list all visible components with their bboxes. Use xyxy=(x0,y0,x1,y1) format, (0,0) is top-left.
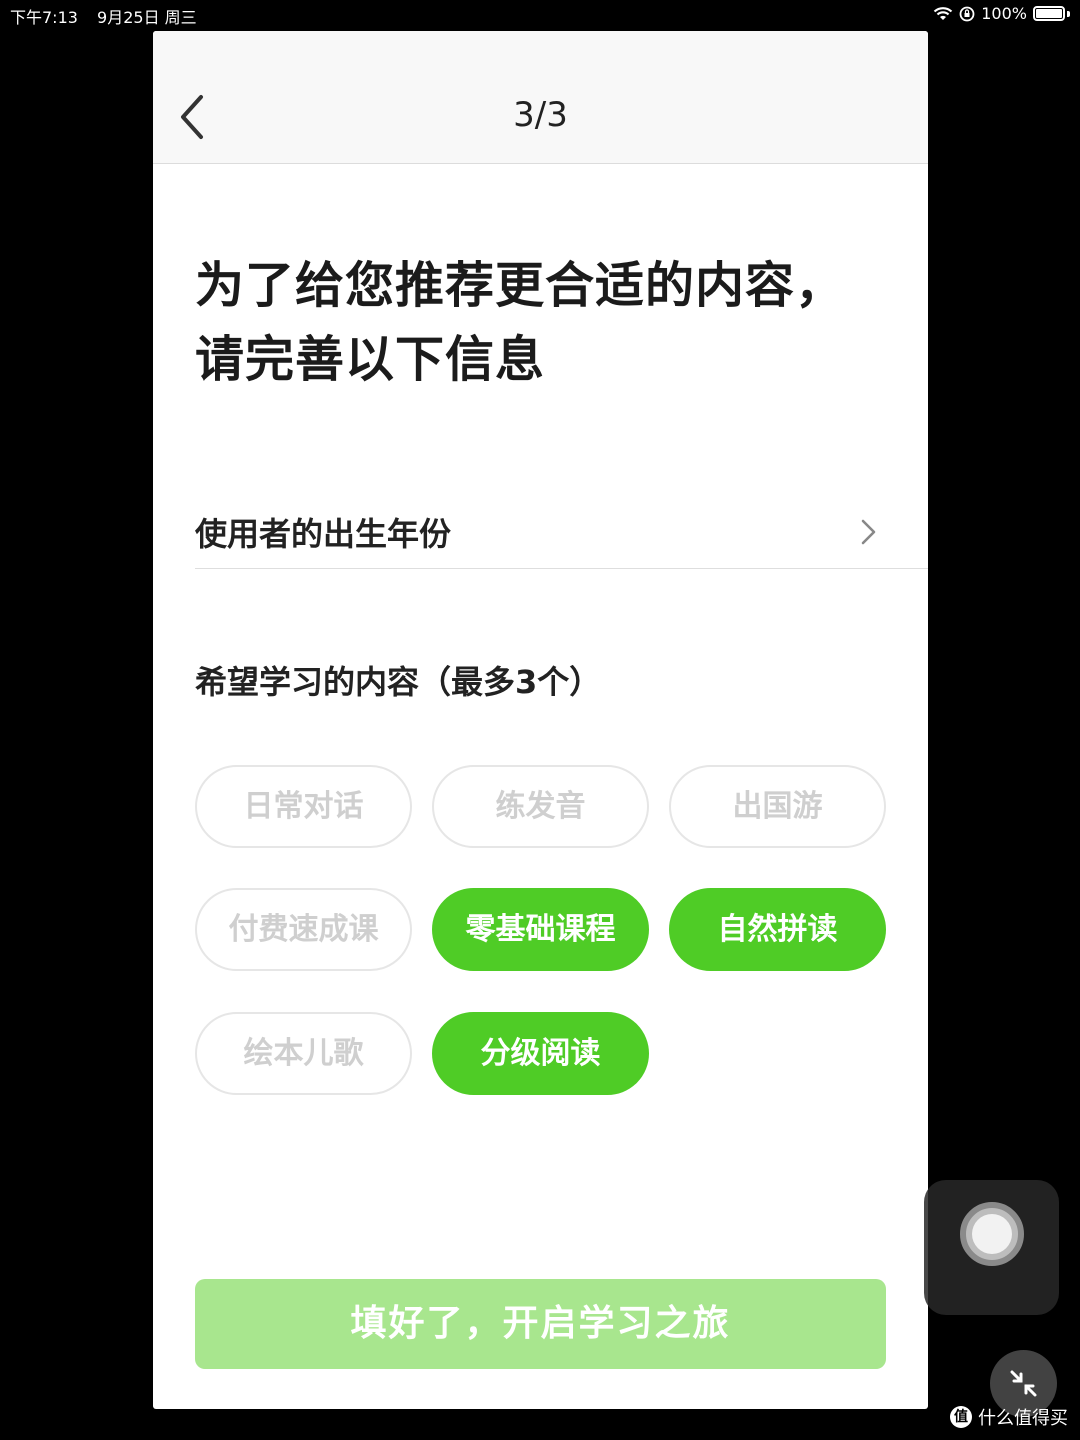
battery-icon xyxy=(1033,6,1065,21)
status-bar-right: 100% xyxy=(933,4,1070,23)
nav-bar: 3/3 xyxy=(153,31,928,164)
birth-year-label: 使用者的出生年份 xyxy=(195,515,452,553)
battery-cap xyxy=(1067,10,1070,17)
page-title-line2: 请完善以下信息 xyxy=(195,331,546,388)
rotation-lock-icon xyxy=(959,6,975,21)
status-date: 9月25日 周三 xyxy=(97,8,197,27)
status-bar: 下午7:13 9月25日 周三 100% xyxy=(0,0,1080,30)
page-title-line1: 为了给您推荐更合适的内容， xyxy=(195,257,846,314)
watermark-text: 什么值得买 xyxy=(978,1408,1068,1429)
page-title: 为了给您推荐更合适的内容， 请完善以下信息 xyxy=(195,249,895,397)
status-time: 下午7:13 xyxy=(10,8,78,27)
assistive-touch-icon xyxy=(960,1202,1024,1266)
chevron-right-icon xyxy=(861,519,876,545)
interest-chip-daily-conversation[interactable]: 日常对话 xyxy=(195,765,412,848)
watermark-logo-icon: 值 xyxy=(950,1406,972,1428)
assistive-touch-button[interactable] xyxy=(924,1180,1059,1315)
onboarding-card: 3/3 为了给您推荐更合适的内容， 请完善以下信息 使用者的出生年份 希望学习的… xyxy=(153,31,928,1409)
interest-chip-pronunciation[interactable]: 练发音 xyxy=(432,765,649,848)
interest-chip-zero-basics[interactable]: 零基础课程 xyxy=(432,888,649,971)
birth-year-row[interactable]: 使用者的出生年份 xyxy=(195,461,928,569)
interest-chip-phonics[interactable]: 自然拼读 xyxy=(669,888,886,971)
battery-percent: 100% xyxy=(981,4,1027,23)
interest-chip-graded-reading[interactable]: 分级阅读 xyxy=(432,1012,649,1095)
interests-section-title: 希望学习的内容（最多3个） xyxy=(195,663,602,701)
interest-chip-picture-books-songs[interactable]: 绘本儿歌 xyxy=(195,1012,412,1095)
status-bar-left: 下午7:13 9月25日 周三 xyxy=(10,4,211,28)
wifi-icon xyxy=(934,6,953,20)
interest-chip-paid-crash-course[interactable]: 付费速成课 xyxy=(195,888,412,971)
submit-button[interactable]: 填好了，开启学习之旅 xyxy=(195,1279,886,1369)
interest-chip-travel-abroad[interactable]: 出国游 xyxy=(669,765,886,848)
watermark: 值 什么值得买 xyxy=(950,1404,1068,1430)
page-step-indicator: 3/3 xyxy=(513,95,568,135)
